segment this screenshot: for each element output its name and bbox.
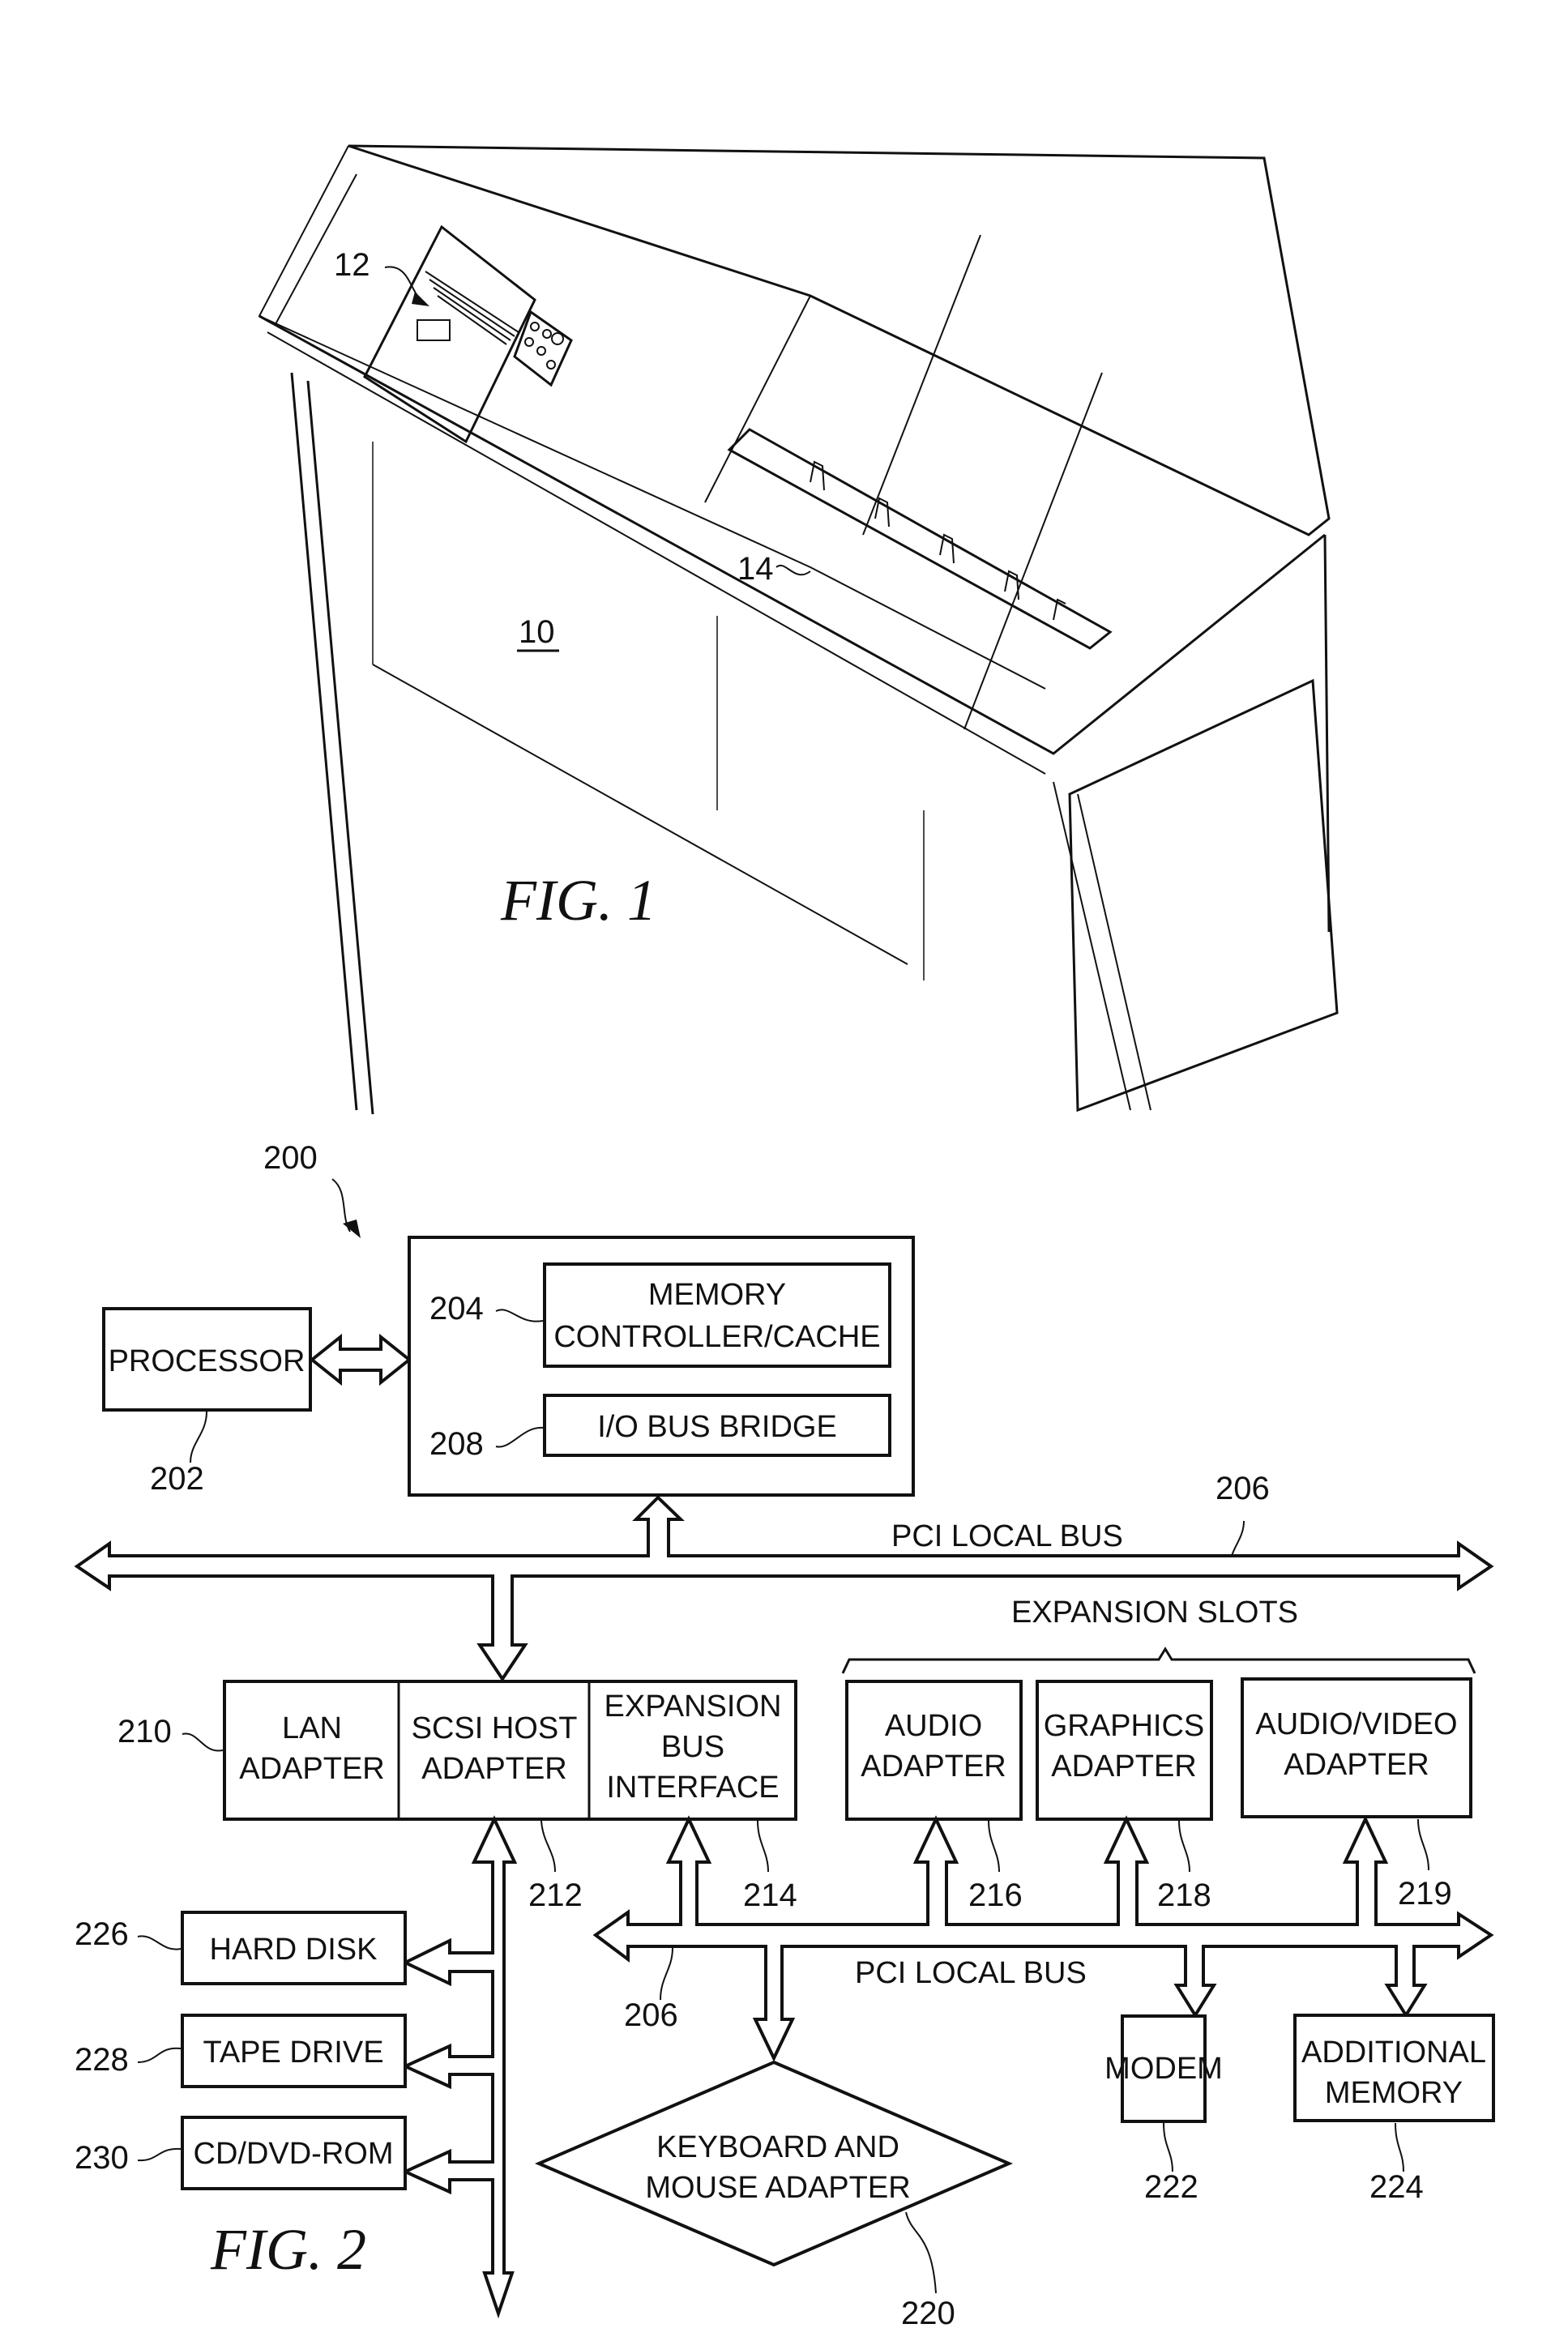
ref-208-label: 208	[429, 1426, 484, 1462]
front-panel-lip	[267, 331, 1046, 775]
scsi-adapter-line-1: SCSI HOST	[412, 1711, 578, 1745]
expansion-slots-brace	[841, 1647, 1476, 1674]
tape-drive-label: TAPE DRIVE	[203, 2036, 383, 2070]
patent-drawing-sheet: 12 14 10 FIG. 1 200 PROCESSOR 202 MEMORY…	[74, 144, 1495, 2331]
ref-206-lower-leader	[660, 1947, 673, 2001]
expansion-bus-line-1: EXPANSION	[605, 1690, 782, 1724]
hard-disk-label: HARD DISK	[210, 1933, 378, 1967]
ref-218-label: 218	[1157, 1877, 1211, 1913]
ref-202-label: 202	[150, 1461, 204, 1497]
ref-220-leader	[905, 2211, 937, 2294]
ref-224-leader	[1395, 2122, 1404, 2172]
ref-14-leader	[775, 565, 811, 576]
right-cabinet	[1068, 678, 1339, 1113]
seam-3	[963, 372, 1103, 730]
lan-adapter-line-1: LAN	[282, 1711, 342, 1745]
seam-1	[704, 295, 811, 503]
ref-230-leader	[137, 2147, 182, 2162]
hopper-stack	[425, 271, 519, 333]
additional-memory-line-2: MEMORY	[1325, 2076, 1463, 2110]
ref-212-leader	[540, 1820, 556, 1873]
av-adapter-line-1: AUDIO/VIDEO	[1255, 1707, 1457, 1741]
keypad-button	[546, 360, 556, 370]
ref-206-upper-leader	[1231, 1520, 1245, 1557]
machine-front-top-edge	[258, 145, 1046, 690]
ref-226-leader	[137, 1935, 182, 1950]
ref-204-label: 204	[429, 1291, 484, 1326]
ref-228-label: 228	[75, 2042, 129, 2078]
ref-216-label: 216	[968, 1877, 1023, 1913]
ref-206-lower-label: 206	[624, 1997, 678, 2033]
fig1-machine-drawing	[258, 144, 1339, 1115]
ref-220-label: 220	[901, 2296, 955, 2331]
graphics-adapter-line-1: GRAPHICS	[1044, 1709, 1204, 1743]
left-side-panel	[290, 372, 374, 1115]
ref-222-leader	[1163, 2122, 1173, 2172]
memory-controller-line-1: MEMORY	[648, 1278, 786, 1312]
additional-memory-line-1: ADDITIONAL	[1301, 2036, 1486, 2070]
audio-adapter-line-1: AUDIO	[885, 1709, 982, 1743]
ref-226-label: 226	[75, 1916, 129, 1952]
pci-bus-lower-label: PCI LOCAL BUS	[855, 1956, 1087, 1990]
ref-230-label: 230	[75, 2140, 129, 2176]
ref-10-label: 10	[519, 614, 555, 650]
ref-228-leader	[137, 2047, 182, 2063]
expansion-bus-line-2: BUS	[661, 1730, 724, 1764]
ref-210-leader	[182, 1732, 224, 1752]
ref-214-leader	[757, 1820, 769, 1873]
ref-219-label: 219	[1398, 1876, 1452, 1912]
hopper-cards	[429, 279, 515, 345]
processor-label: PROCESSOR	[109, 1344, 305, 1378]
av-adapter-line-2: ADAPTER	[1284, 1748, 1429, 1782]
ref-219-leader	[1417, 1818, 1429, 1871]
ref-224-label: 224	[1369, 2169, 1424, 2205]
ref-202-leader	[190, 1411, 207, 1463]
scsi-adapter-line-2: ADAPTER	[421, 1752, 566, 1786]
ref-210-label: 210	[117, 1714, 172, 1749]
hopper-feeder	[417, 319, 451, 341]
pci-local-bus-upper	[74, 1495, 1494, 1682]
keypad-button	[542, 329, 552, 339]
keypad-button	[536, 346, 546, 356]
memory-controller-line-2: CONTROLLER/CACHE	[553, 1320, 880, 1354]
keypad-button	[551, 332, 564, 345]
right-cabinet-bevel	[1053, 781, 1151, 1111]
keyboard-mouse-line-1: KEYBOARD AND	[656, 2130, 899, 2164]
ref-206-upper-label: 206	[1216, 1471, 1270, 1506]
fig2-caption: FIG. 2	[210, 2217, 366, 2282]
front-panel-bottom-edge	[258, 314, 1326, 755]
processor-bridge-arrow	[309, 1333, 412, 1386]
ref-222-label: 222	[1144, 2169, 1198, 2205]
expansion-slots-label: EXPANSION SLOTS	[1011, 1596, 1298, 1630]
ref-14-label: 14	[737, 551, 774, 587]
io-bus-bridge-label: I/O BUS BRIDGE	[597, 1410, 837, 1444]
keypad-button	[524, 337, 534, 347]
audio-adapter-line-2: ADAPTER	[861, 1749, 1006, 1784]
fig1-caption: FIG. 1	[500, 868, 656, 933]
expansion-bus-line-3: INTERFACE	[606, 1771, 779, 1805]
modem-label: MODEM	[1104, 2052, 1223, 2086]
machine-top-outline	[348, 144, 1331, 536]
ref-216-leader	[988, 1820, 1000, 1873]
scsi-bus	[401, 1815, 518, 2319]
cd-dvd-rom-label: CD/DVD-ROM	[194, 2137, 394, 2171]
ref-12-label: 12	[334, 247, 370, 283]
ref-212-label: 212	[528, 1877, 583, 1913]
ref-200-arrowhead	[343, 1220, 361, 1238]
ref-200-label: 200	[263, 1140, 318, 1176]
ref-218-leader	[1178, 1820, 1190, 1873]
graphics-adapter-line-2: ADAPTER	[1051, 1749, 1196, 1784]
lan-adapter-line-2: ADAPTER	[239, 1752, 384, 1786]
keyboard-mouse-line-2: MOUSE ADAPTER	[645, 2171, 910, 2205]
stacker-pockets	[727, 428, 1113, 650]
ref-214-label: 214	[743, 1877, 797, 1913]
ref-12-arrowhead	[412, 292, 429, 306]
pci-bus-upper-label: PCI LOCAL BUS	[891, 1519, 1123, 1553]
keypad-button	[530, 322, 540, 331]
seam-2	[862, 234, 981, 536]
